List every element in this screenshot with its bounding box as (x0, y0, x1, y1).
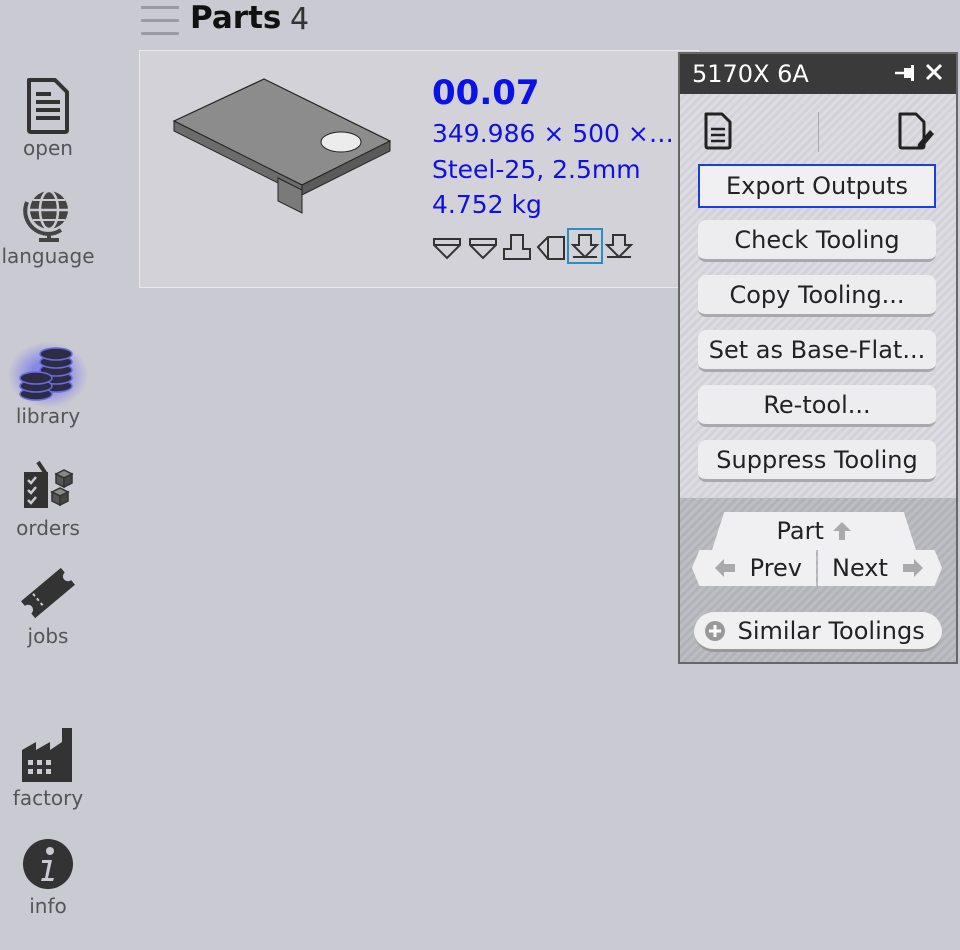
sidebar-item-label: orders (16, 516, 80, 540)
panel-actions: Export Outputs Check Tooling Copy Toolin… (680, 94, 956, 498)
factory-icon (22, 728, 72, 782)
part-up-button[interactable]: Part (712, 512, 916, 550)
divider (818, 112, 819, 152)
check-tooling-button[interactable]: Check Tooling (698, 220, 936, 262)
info-icon (23, 839, 73, 889)
prev-part-button[interactable]: Prev (692, 550, 816, 586)
part-dimensions: 349.986 × 500 ×… (432, 119, 674, 148)
sidebar-item-orders[interactable]: orders (0, 460, 96, 540)
sidebar-item-label: jobs (27, 624, 69, 648)
bend-in-icon[interactable] (604, 231, 634, 261)
plus-circle-icon (705, 621, 725, 641)
export-outputs-button[interactable]: Export Outputs (698, 164, 936, 208)
sidebar-item-library[interactable]: library (0, 342, 96, 428)
panel-title: 5170X 6A (692, 60, 809, 88)
hamburger-menu-button[interactable] (141, 4, 179, 36)
arrow-right-icon (902, 559, 923, 577)
sidebar-item-open[interactable]: open (0, 78, 96, 160)
sidebar-item-label: library (15, 404, 81, 428)
part-count: 4 (290, 2, 310, 37)
sidebar-item-factory[interactable]: factory (0, 724, 96, 810)
document-icon[interactable] (702, 112, 734, 150)
close-icon[interactable] (924, 62, 944, 82)
part-material: Steel-25, 2.5mm (432, 155, 641, 184)
page-title: Parts (190, 0, 282, 36)
retool-button[interactable]: Re-tool... (698, 385, 936, 427)
coins-icon (8, 342, 88, 408)
part-navigation: Part Prev Next Similar Toolings (680, 498, 956, 662)
hamburger-icon (141, 6, 179, 9)
ticket-icon (21, 567, 75, 619)
sidebar-item-language[interactable]: language (0, 186, 96, 268)
part-card[interactable]: 00.07 349.986 × 500 ×… Steel-25, 2.5mm 4… (139, 50, 699, 288)
edit-document-icon[interactable] (896, 112, 936, 150)
sidebar-item-label: open (23, 136, 73, 160)
tooling-panel: 5170X 6A Export Outputs Check Tooling Co… (678, 52, 958, 664)
next-part-button[interactable]: Next (818, 550, 942, 586)
part-weight: 4.752 kg (432, 190, 542, 219)
similar-toolings-button[interactable]: Similar Toolings (694, 612, 942, 652)
pin-icon[interactable] (894, 63, 918, 83)
copy-tooling-button[interactable]: Copy Tooling... (698, 275, 936, 317)
orders-icon (24, 460, 74, 508)
bend-down-icon[interactable] (468, 231, 498, 261)
sidebar-item-info[interactable]: info (0, 836, 96, 918)
globe-icon (23, 189, 68, 242)
arrow-left-icon (715, 559, 735, 577)
sidebar-item-jobs[interactable]: jobs (0, 564, 96, 648)
set-base-flat-button[interactable]: Set as Base-Flat... (698, 330, 936, 372)
suppress-tooling-button[interactable]: Suppress Tooling (698, 440, 936, 482)
part-name: 00.07 (432, 73, 540, 113)
arrow-up-icon (832, 522, 851, 540)
document-icon (27, 78, 69, 134)
part-thumbnail (172, 78, 392, 214)
sidebar-item-label: info (29, 894, 67, 918)
sidebar-item-label: language (1, 244, 95, 268)
bend-left-icon[interactable] (536, 231, 566, 261)
bend-down-icon[interactable] (432, 231, 462, 261)
panel-header[interactable]: 5170X 6A (680, 54, 956, 94)
bend-up-icon[interactable] (502, 231, 532, 261)
sidebar-item-label: factory (12, 786, 84, 810)
bend-in-icon[interactable] (567, 228, 603, 264)
